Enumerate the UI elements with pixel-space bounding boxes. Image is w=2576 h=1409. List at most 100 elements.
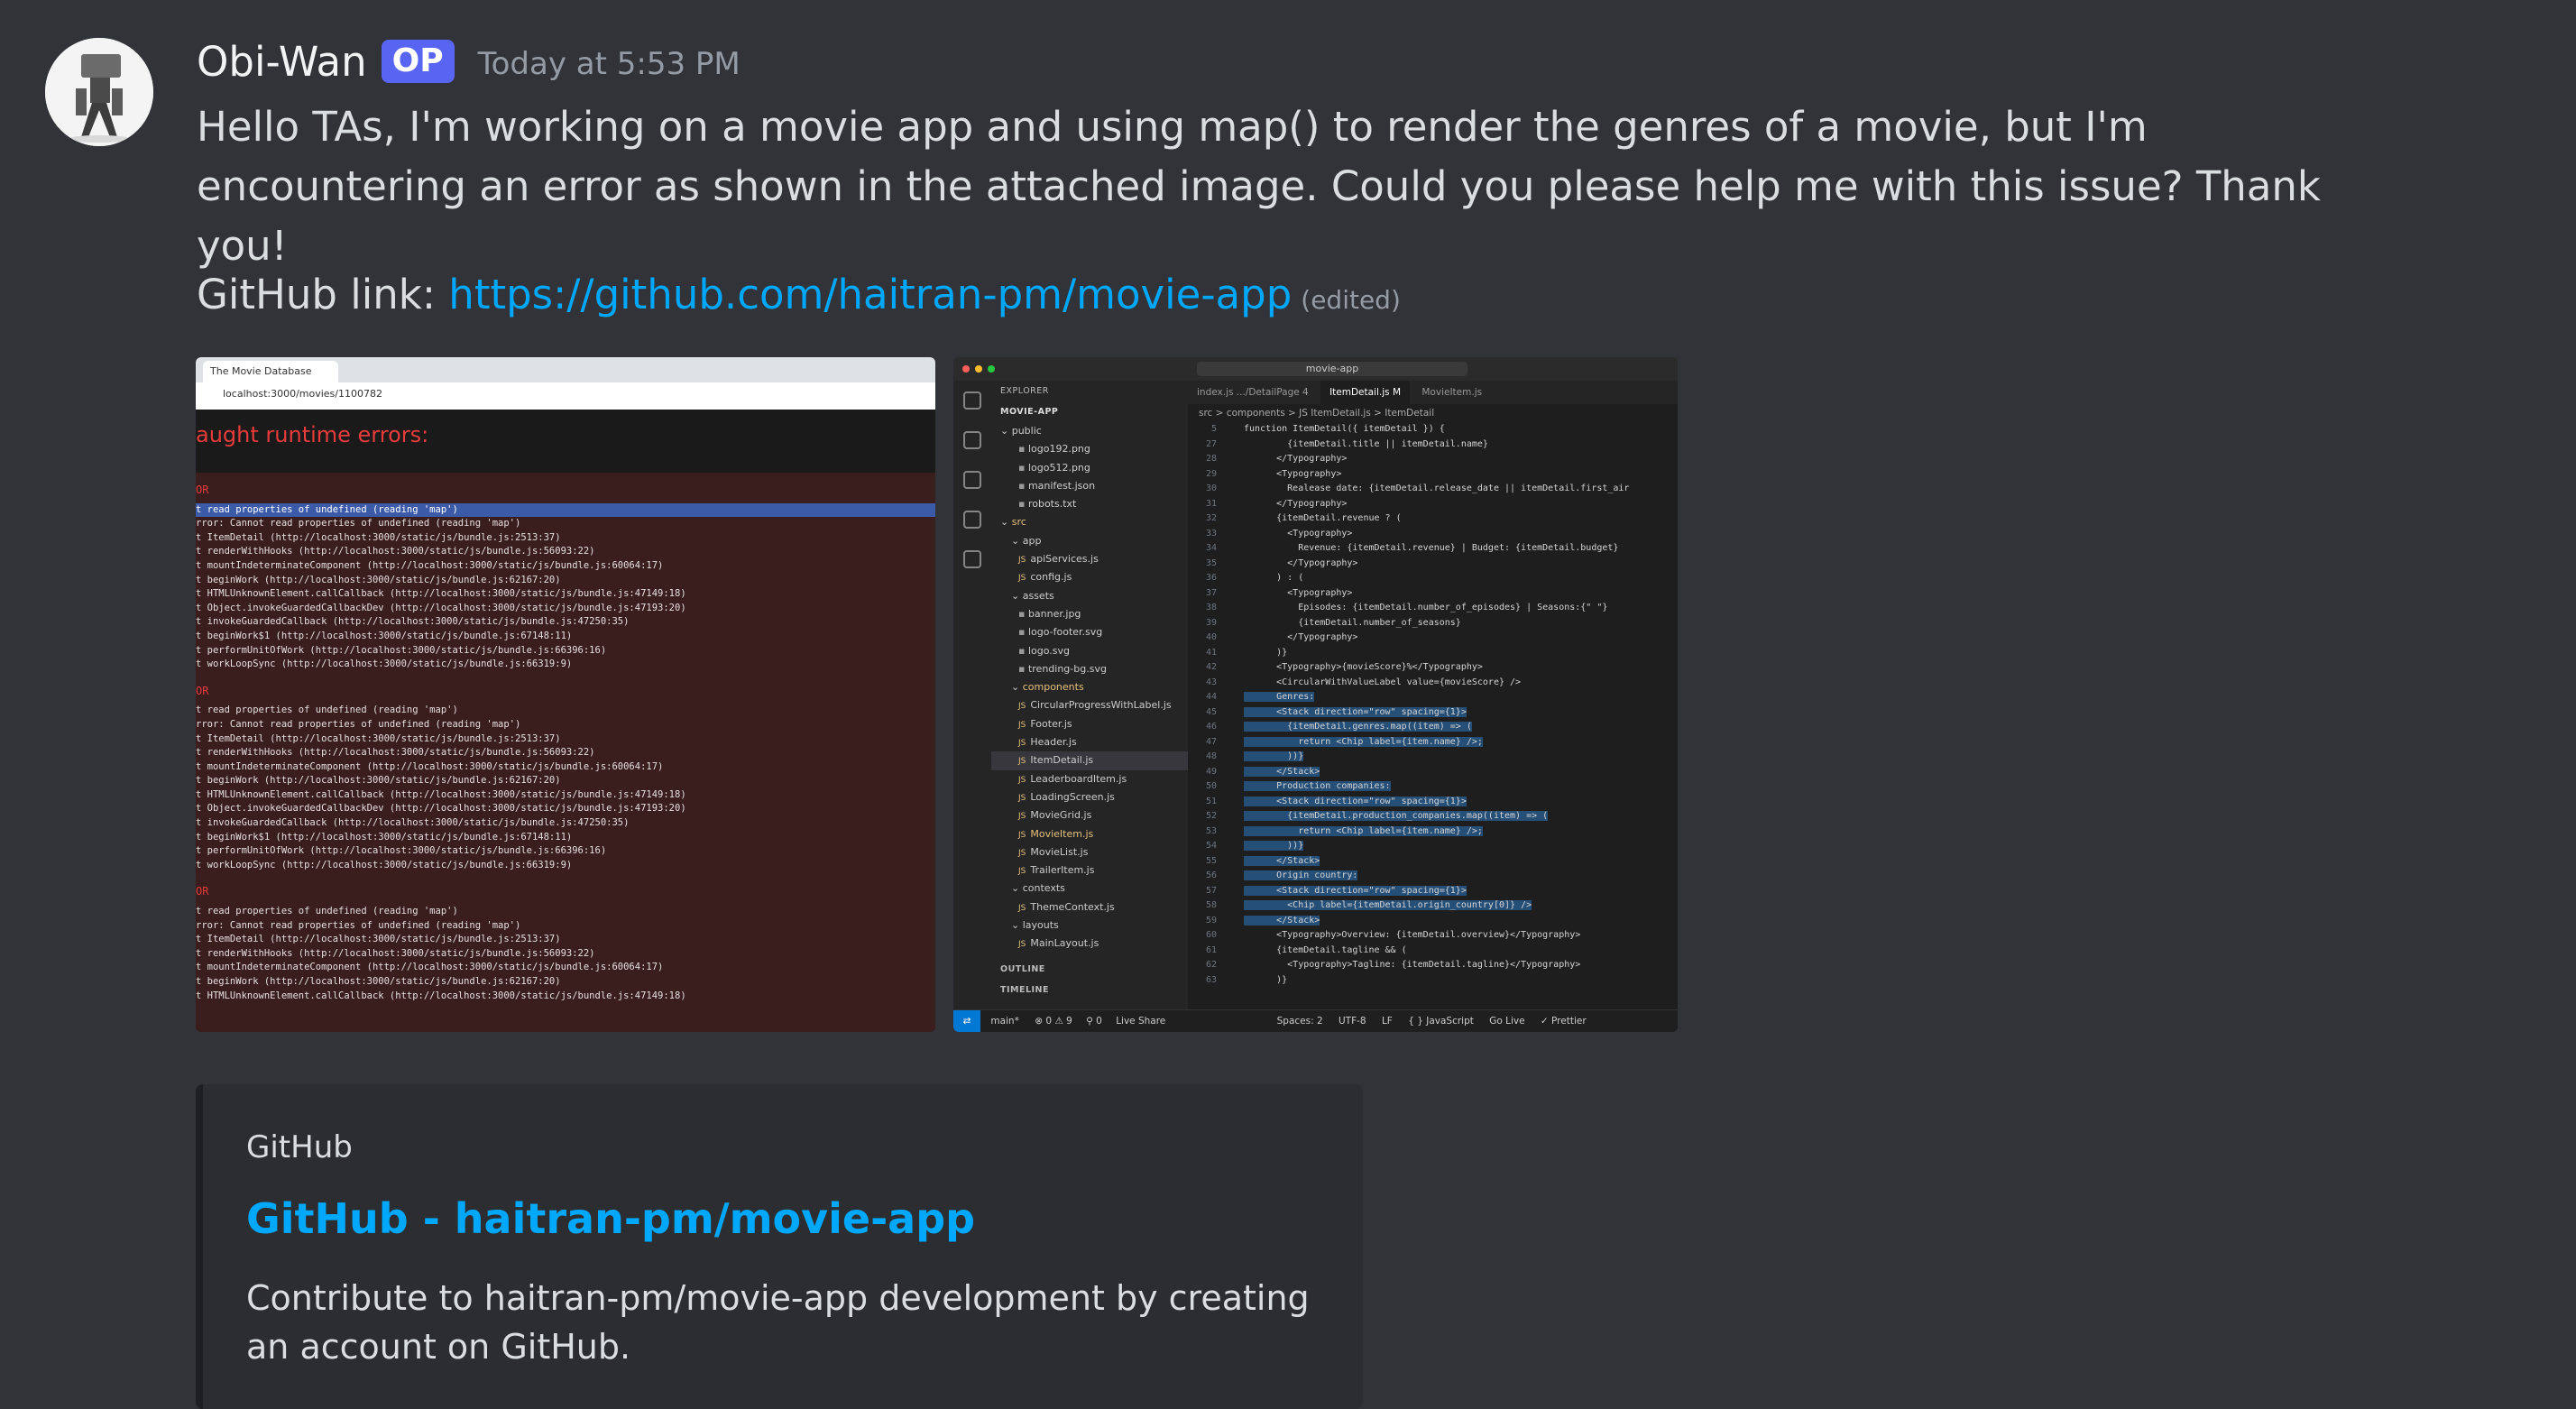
avatar[interactable]	[45, 38, 153, 146]
file-tree-label: apiServices.js	[1030, 553, 1099, 566]
error-stack-line: t invokeGuardedCallback (http://localhos…	[196, 616, 630, 628]
status-ports: ⚲ 0	[1086, 1016, 1102, 1027]
file-tree-item[interactable]: ▪ banner.jpg	[991, 605, 1188, 623]
line-number: 36	[1205, 573, 1217, 583]
remote-icon: ⇄	[953, 1010, 980, 1032]
status-go-live: Go Live	[1489, 1016, 1525, 1027]
tab-movieitem: MovieItem.js	[1421, 387, 1483, 398]
tab-itemdetail: ItemDetail.js M	[1320, 381, 1411, 404]
file-tree-item[interactable]: JS Header.js	[991, 733, 1188, 751]
code-text: return <Chip label={item.name} />;	[1244, 825, 1483, 836]
file-tree-item[interactable]: ▪ robots.txt	[991, 495, 1188, 513]
file-tree-label: src	[1011, 516, 1026, 529]
line-number: 53	[1205, 825, 1217, 836]
file-tree-item[interactable]: ▪ trending-bg.svg	[991, 660, 1188, 678]
code-text: Genres:	[1244, 692, 1315, 702]
file-tree-item[interactable]: JS LeaderboardItem.js	[991, 770, 1188, 788]
file-tree-label: logo512.png	[1027, 461, 1090, 474]
file-tree-item[interactable]: JS MovieList.js	[991, 843, 1188, 861]
error-stack-line: t mountIndeterminateComponent (http://lo…	[196, 760, 664, 772]
code-text: Origin country:	[1244, 870, 1358, 880]
file-tree-item[interactable]: ⌄ public	[991, 422, 1188, 440]
error-stack-line: t renderWithHooks (http://localhost:3000…	[196, 747, 595, 759]
status-eol: LF	[1381, 1016, 1393, 1027]
timeline-section: TIMELINE	[1000, 984, 1049, 995]
timestamp: Today at 5:53 PM	[477, 46, 741, 82]
file-tree-item[interactable]: ⌄ contexts	[991, 879, 1188, 898]
browser-urlbar: localhost:3000/movies/1100782	[196, 382, 935, 410]
line-number: 59	[1205, 915, 1217, 926]
robot-avatar-icon	[45, 38, 153, 146]
file-tree-item[interactable]: JS Footer.js	[991, 715, 1188, 733]
project-title: MOVIE-APP	[1000, 407, 1059, 417]
vscode-titlebar: movie-app	[953, 357, 1678, 382]
file-tree-label: ItemDetail.js	[1030, 754, 1094, 767]
code-line: 45 <Stack direction="row" spacing={1}>	[1188, 705, 1678, 721]
file-tree-label: assets	[1022, 589, 1054, 602]
error-stack-line: t ItemDetail (http://localhost:3000/stat…	[196, 531, 561, 543]
file-tree-item[interactable]: JS apiServices.js	[991, 550, 1188, 568]
chevron-down-icon: ⌄	[1011, 919, 1023, 932]
code-line: 60 <Typography>Overview: {itemDetail.ove…	[1188, 928, 1678, 944]
status-problems: ⊗ 0 ⚠ 9	[1035, 1016, 1072, 1027]
file-tree-label: logo.svg	[1027, 644, 1070, 657]
file-tree-label: public	[1011, 425, 1042, 437]
line-number: 42	[1205, 662, 1217, 672]
js-file-icon: JS	[1018, 940, 1026, 950]
file-tree-label: Footer.js	[1030, 717, 1072, 730]
file-tree-item[interactable]: ⌄ layouts	[991, 916, 1188, 935]
code-text: </Typography>	[1244, 498, 1348, 509]
file-tree-item[interactable]: ▪ logo.svg	[991, 642, 1188, 660]
file-tree-item[interactable]: JS TrailerItem.js	[991, 861, 1188, 879]
file-tree-item[interactable]: JS ItemDetail.js	[991, 751, 1188, 770]
file-tree-item[interactable]: JS MainLayout.js	[991, 935, 1188, 953]
code-text: {itemDetail.number_of_seasons}	[1244, 617, 1461, 628]
line-number: 43	[1205, 677, 1217, 687]
file-tree-item[interactable]: ▪ logo512.png	[991, 459, 1188, 477]
error-stack-line: t workLoopSync (http://localhost:3000/st…	[196, 859, 573, 870]
code-text: function ItemDetail({ itemDetail }) {	[1244, 424, 1445, 434]
error-stack-line: rror: Cannot read properties of undefine…	[196, 518, 521, 530]
code-line: 61 {itemDetail.tagline && (	[1188, 944, 1678, 959]
file-tree-label: MovieList.js	[1030, 845, 1089, 858]
file-tree-label: MovieGrid.js	[1030, 809, 1092, 822]
error-stack-line: t beginWork (http://localhost:3000/stati…	[196, 775, 561, 787]
attachment-browser-screenshot[interactable]: The Movie Database localhost:3000/movies…	[196, 357, 935, 1032]
file-tree-item[interactable]: ⌄ components	[991, 678, 1188, 696]
run-debug-icon	[963, 511, 981, 529]
file-tree-item[interactable]: JS MovieGrid.js	[991, 806, 1188, 824]
code-line: 48 ))}	[1188, 750, 1678, 765]
error-stack-line: t beginWork$1 (http://localhost:3000/sta…	[196, 630, 573, 641]
file-tree-item[interactable]: JS config.js	[991, 568, 1188, 586]
file-tree-label: MovieItem.js	[1030, 827, 1094, 840]
file-tree-item[interactable]: JS MovieItem.js	[991, 825, 1188, 843]
code-text: </Typography>	[1244, 454, 1348, 464]
file-tree-item[interactable]: ▪ logo-footer.svg	[991, 623, 1188, 641]
line-number: 32	[1205, 513, 1217, 523]
code-text: ) : (	[1244, 573, 1304, 583]
file-tree-item[interactable]: JS ThemeContext.js	[991, 898, 1188, 916]
embed-title[interactable]: GitHub - haitran-pm/movie-app	[246, 1194, 1363, 1243]
line-number: 5	[1210, 424, 1217, 434]
attachment-vscode-screenshot[interactable]: movie-app EXPLORER MOVIE-APP ⌄ public ▪ l…	[953, 357, 1678, 1032]
file-tree-item[interactable]: ⌄ src	[991, 513, 1188, 531]
breadcrumb: src > components > JS ItemDetail.js > It…	[1199, 408, 1435, 419]
file-tree-item[interactable]: ▪ logo192.png	[991, 440, 1188, 458]
file-tree-item[interactable]: ▪ manifest.json	[991, 477, 1188, 495]
username[interactable]: Obi-Wan	[197, 38, 367, 86]
code-text: <Typography>Tagline: {itemDetail.tagline…	[1244, 960, 1581, 970]
github-link[interactable]: https://github.com/haitran-pm/movie-app	[448, 271, 1292, 318]
file-tree-item[interactable]: ⌄ app	[991, 532, 1188, 550]
line-number: 54	[1205, 841, 1217, 851]
file-tree-label: LoadingScreen.js	[1030, 790, 1115, 803]
file-tree: ⌄ public ▪ logo192.png ▪ logo512.png ▪ mani…	[991, 422, 1188, 953]
files-icon	[963, 391, 981, 410]
line-number: 57	[1205, 885, 1217, 896]
error-header: OR	[196, 684, 209, 697]
file-icon: ▪	[1018, 662, 1028, 675]
file-tree-item[interactable]: ⌄ assets	[991, 587, 1188, 605]
file-tree-item[interactable]: JS LoadingScreen.js	[991, 788, 1188, 806]
line-number: 49	[1205, 766, 1217, 777]
file-tree-item[interactable]: JS CircularProgressWithLabel.js	[991, 696, 1188, 714]
close-dot-icon	[962, 365, 970, 373]
